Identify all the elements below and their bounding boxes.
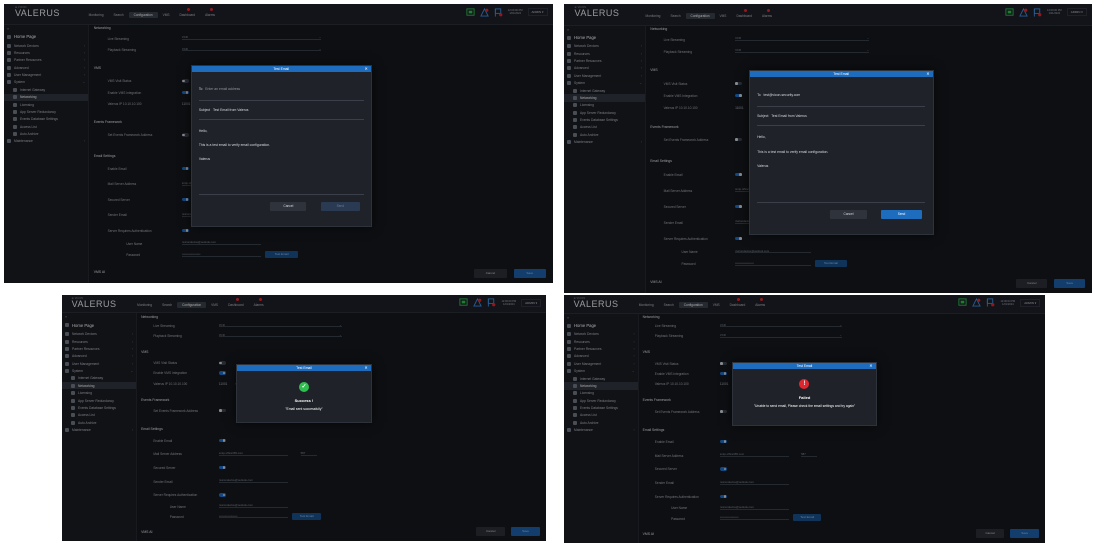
result-heading: Success ! <box>294 397 314 403</box>
body-line: This is a test email to verify email con… <box>757 149 829 154</box>
dialog-header: Test Email ✕ <box>191 66 371 73</box>
error-alert-icon: ! <box>799 379 810 390</box>
dialog-header: Test Email ✕ <box>749 71 933 78</box>
dialog-title: Test Email <box>296 365 312 370</box>
divider <box>198 99 364 101</box>
divider <box>757 201 926 203</box>
divider <box>757 125 926 127</box>
close-icon[interactable]: ✕ <box>364 365 367 371</box>
test-email-result-dialog: Test Email ✕ ✓ Success ! "Email sent succ… <box>236 363 372 423</box>
to-label: To <box>198 87 203 92</box>
close-icon[interactable]: ✕ <box>869 363 872 369</box>
dialog-title: Test Email <box>833 72 850 77</box>
result-heading: Failed <box>798 395 811 401</box>
body-signature: Valerus <box>757 164 769 169</box>
to-input[interactable]: test@vicon-security.com <box>764 93 801 97</box>
result-message: "Email sent successfully" <box>285 407 323 412</box>
screenshot-success: ⊕ VICON VALERUS Monitoring Search Config… <box>62 295 546 541</box>
test-email-dialog: Test Email ✕ To Enter an email address Su… <box>190 65 372 228</box>
subject-row: Subject Test Email from Valerus <box>199 108 364 112</box>
send-button[interactable]: Send <box>320 202 361 212</box>
subject-value: Test Email from Valerus <box>771 113 807 118</box>
divider <box>198 119 364 121</box>
dialog-title: Test Email <box>796 363 813 368</box>
divider <box>198 194 364 196</box>
dialog-header: Test Email ✕ <box>733 362 876 369</box>
subject-label: Subject <box>757 113 769 118</box>
dialog-cancel-button[interactable]: Cancel <box>830 209 867 219</box>
subject-value: Test Email from Valerus <box>212 107 249 112</box>
to-input[interactable]: Enter an email address <box>205 87 240 91</box>
screenshot-compose-filled: ⊕ VICON VALERUS Monitoring Search Config… <box>564 4 1092 293</box>
success-check-icon: ✓ <box>298 381 309 392</box>
subject-label: Subject <box>198 107 211 112</box>
screenshot-compose-empty: ⊕ VICON VALERUS Monitoring Search Config… <box>4 4 553 283</box>
dialog-header: Test Email ✕ <box>237 364 371 371</box>
body-line: This is a test email to verify email con… <box>198 143 271 148</box>
test-email-result-dialog: Test Email ✕ ! Failed "Unable to send ema… <box>732 361 877 427</box>
screenshot-failed: ⊕ VICON VALERUS Monitoring Search Config… <box>564 295 1045 543</box>
body-signature: Valerus <box>198 157 211 162</box>
dialog-title: Test Email <box>273 67 290 72</box>
result-message: "Unable to send email, Please check the … <box>753 404 856 409</box>
send-button[interactable]: Send <box>881 209 922 219</box>
to-row: To Enter an email address <box>199 87 364 91</box>
dialog-cancel-button[interactable]: Cancel <box>270 202 307 212</box>
body-greeting: Hello, <box>198 128 208 133</box>
body-greeting: Hello, <box>757 134 766 139</box>
close-icon[interactable]: ✕ <box>926 71 929 77</box>
test-email-dialog: Test Email ✕ To test@vicon-security.com S… <box>748 70 934 236</box>
subject-row: Subject Test Email from Valerus <box>757 114 925 118</box>
to-label: To <box>757 92 761 97</box>
divider <box>757 105 926 107</box>
close-icon[interactable]: ✕ <box>364 66 367 72</box>
to-row: To test@vicon-security.com <box>757 93 925 97</box>
